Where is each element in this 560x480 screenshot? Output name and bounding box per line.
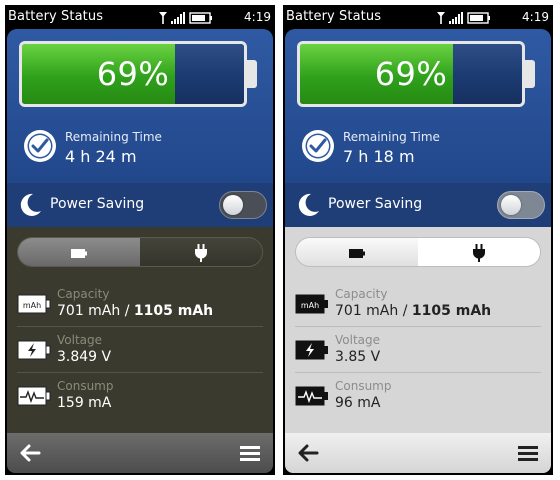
status-bar: Battery Status 4:19 — [5, 5, 275, 29]
voltage-label: Voltage — [335, 333, 381, 347]
battery-gauge: 69% — [297, 41, 525, 107]
capacity-label: Capacity — [335, 287, 388, 301]
voltage-battery-icon — [17, 340, 51, 360]
voltage-battery-icon — [295, 340, 328, 360]
battery-panel: 69% Remaining Time 4 h 24 m — [7, 29, 273, 183]
pulse-battery-icon — [17, 386, 51, 406]
tab-battery[interactable] — [18, 238, 140, 266]
phone-screen-light: Battery Status 4:19 69% Remaining Time 7… — [283, 5, 553, 475]
back-arrow-icon[interactable] — [297, 443, 319, 463]
details-panel: mAh Capacity 701 mAh / 1105 mAh Voltage … — [7, 227, 273, 433]
capacity-total: 1105 mAh — [133, 303, 214, 319]
svg-text:mAh: mAh — [301, 301, 319, 310]
plug-icon — [473, 244, 485, 262]
capacity-value: 701 mAh / 1105 mAh — [335, 303, 491, 319]
remaining-time-label: Remaining Time — [65, 130, 162, 144]
remaining-time-label: Remaining Time — [343, 130, 440, 144]
remaining-time-value: 7 h 18 m — [343, 147, 415, 166]
antenna-icon — [159, 12, 167, 24]
app-title: Battery Status — [8, 9, 104, 24]
pulse-battery-icon — [295, 386, 328, 406]
battery-icon — [349, 249, 365, 258]
menu-icon[interactable] — [239, 443, 261, 463]
tab-battery[interactable] — [296, 238, 418, 266]
toggle-knob — [223, 195, 243, 215]
voltage-value: 3.85 V — [335, 349, 381, 365]
tab-charger[interactable] — [418, 238, 540, 266]
clock-time: 4:19 — [244, 10, 271, 24]
power-saving-label: Power Saving — [50, 196, 145, 212]
status-icons — [437, 12, 490, 24]
consumption-value: 96 mA — [335, 395, 381, 411]
capacity-value: 701 mAh / 1105 mAh — [57, 303, 213, 319]
power-saving-toggle[interactable] — [497, 191, 545, 219]
antenna-icon — [437, 12, 445, 24]
battery-percent: 69% — [374, 55, 448, 93]
power-saving-row[interactable]: Power Saving — [285, 183, 551, 227]
capacity-current: 701 mAh — [57, 303, 121, 319]
battery-status-icon — [467, 12, 490, 24]
consumption-label: Consump — [57, 379, 114, 393]
bottom-toolbar — [285, 433, 551, 473]
clock-check-icon — [302, 130, 334, 162]
capacity-label: Capacity — [57, 287, 110, 301]
signal-icon — [171, 12, 185, 24]
power-saving-label: Power Saving — [328, 196, 423, 212]
battery-terminal — [525, 60, 535, 88]
status-icons — [159, 12, 212, 24]
capacity-separator: / — [398, 303, 412, 319]
clock-time: 4:19 — [522, 10, 549, 24]
moon-icon — [20, 193, 41, 216]
battery-panel: 69% Remaining Time 7 h 18 m — [285, 29, 551, 183]
signal-icon — [449, 12, 463, 24]
power-saving-row[interactable]: Power Saving — [7, 183, 273, 227]
battery-terminal — [247, 60, 257, 88]
clock-check-icon — [24, 130, 56, 162]
list-item-voltage: Voltage 3.85 V — [285, 327, 551, 373]
list-item-capacity: mAh Capacity 701 mAh / 1105 mAh — [7, 281, 273, 327]
app-title: Battery Status — [286, 9, 382, 24]
status-bar: Battery Status 4:19 — [283, 5, 553, 29]
list-item-capacity: mAh Capacity 701 mAh / 1105 mAh — [285, 281, 551, 327]
phone-screen-dark: Battery Status 4:19 69% Remaining Time 4… — [5, 5, 275, 475]
view-segmented-control — [17, 237, 263, 267]
list-item-voltage: Voltage 3.849 V — [7, 327, 273, 373]
battery-icon — [71, 249, 87, 258]
capacity-separator: / — [120, 303, 134, 319]
consumption-label: Consump — [335, 379, 392, 393]
list-item-consumption: Consump 159 mA — [7, 373, 273, 419]
capacity-current: 701 mAh — [335, 303, 399, 319]
power-saving-toggle[interactable] — [219, 191, 267, 219]
bottom-toolbar — [7, 433, 273, 473]
consumption-value: 159 mA — [57, 395, 112, 411]
voltage-value: 3.849 V — [57, 349, 112, 365]
menu-icon[interactable] — [517, 443, 539, 463]
battery-percent: 69% — [96, 55, 170, 93]
remaining-time-value: 4 h 24 m — [65, 147, 137, 166]
back-arrow-icon[interactable] — [19, 443, 41, 463]
battery-status-icon — [189, 12, 212, 24]
capacity-total: 1105 mAh — [411, 303, 492, 319]
list-item-consumption: Consump 96 mA — [285, 373, 551, 419]
plug-icon — [195, 244, 207, 262]
battery-gauge: 69% — [19, 41, 247, 107]
view-segmented-control — [295, 237, 541, 267]
details-panel: mAh Capacity 701 mAh / 1105 mAh Voltage … — [285, 227, 551, 433]
mah-battery-icon: mAh — [295, 294, 328, 314]
voltage-label: Voltage — [57, 333, 103, 347]
svg-text:mAh: mAh — [23, 301, 41, 310]
tab-charger[interactable] — [140, 238, 262, 266]
moon-icon — [298, 193, 319, 216]
mah-battery-icon: mAh — [17, 294, 51, 314]
toggle-knob — [501, 195, 521, 215]
